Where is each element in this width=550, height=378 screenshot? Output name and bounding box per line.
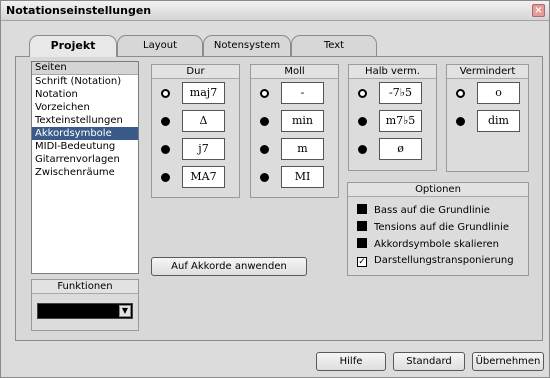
funktionen-group: Funktionen ▼ bbox=[31, 279, 139, 331]
option-akkordsymbole-skalieren[interactable]: Akkordsymbole skalieren bbox=[357, 238, 499, 252]
moll-option-row[interactable]: MI bbox=[251, 166, 338, 188]
vermindert-group: Vermindert o dim bbox=[446, 64, 529, 172]
chord-symbol-box[interactable]: m bbox=[281, 138, 324, 160]
dur-option-row[interactable]: j7 bbox=[152, 138, 239, 160]
checkbox-checked[interactable]: ✓ bbox=[357, 257, 367, 267]
optionen-header: Optionen bbox=[348, 183, 528, 197]
radio-button[interactable] bbox=[260, 117, 269, 126]
radio-button-selected[interactable] bbox=[358, 89, 367, 98]
close-button[interactable]: × bbox=[532, 4, 545, 17]
chord-symbol-box[interactable]: m7♭5 bbox=[379, 110, 422, 132]
radio-button[interactable] bbox=[358, 145, 367, 154]
moll-option-row[interactable]: m bbox=[251, 138, 338, 160]
help-button[interactable]: Hilfe bbox=[316, 352, 386, 371]
apply-settings-button[interactable]: Übernehmen bbox=[472, 352, 544, 371]
chord-symbol-box[interactable]: Δ bbox=[182, 110, 225, 132]
dur-option-row[interactable]: Δ bbox=[152, 110, 239, 132]
option-label: Darstellungstransponierung bbox=[374, 255, 514, 266]
chord-symbol-box[interactable]: - bbox=[281, 82, 324, 104]
halb-option-row[interactable]: -7♭5 bbox=[349, 82, 436, 104]
check-icon: ✓ bbox=[358, 257, 366, 267]
halb-option-row[interactable]: ø bbox=[349, 138, 436, 160]
seiten-item-midi-bedeutung[interactable]: MIDI-Bedeutung bbox=[32, 140, 138, 153]
notation-settings-dialog: Notationseinstellungen × Projekt Layout … bbox=[0, 0, 550, 378]
chord-symbol-box[interactable]: ø bbox=[379, 138, 422, 160]
moll-group: Moll - min m MI bbox=[250, 64, 339, 198]
radio-button[interactable] bbox=[161, 117, 170, 126]
chevron-down-icon[interactable]: ▼ bbox=[119, 305, 131, 317]
seiten-header: Seiten bbox=[32, 62, 138, 75]
title-bar[interactable]: Notationseinstellungen × bbox=[1, 1, 549, 21]
option-bass-grundlinie[interactable]: Bass auf die Grundlinie bbox=[357, 204, 490, 218]
chord-symbol-box[interactable]: maj7 bbox=[182, 82, 225, 104]
tab-panel-projekt: Seiten Schrift (Notation) Notation Vorze… bbox=[15, 56, 543, 341]
radio-button[interactable] bbox=[260, 173, 269, 182]
seiten-item-schrift[interactable]: Schrift (Notation) bbox=[32, 75, 138, 88]
optionen-group: Optionen Bass auf die Grundlinie Tension… bbox=[347, 182, 529, 276]
dur-option-row[interactable]: MA7 bbox=[152, 166, 239, 188]
checkbox[interactable] bbox=[357, 204, 367, 214]
halb-option-row[interactable]: m7♭5 bbox=[349, 110, 436, 132]
chord-symbol-box[interactable]: o bbox=[477, 82, 520, 104]
halb-vermindert-group: Halb verm. -7♭5 m7♭5 ø bbox=[348, 64, 437, 171]
chord-symbol-box[interactable]: -7♭5 bbox=[379, 82, 422, 104]
chord-symbol-box[interactable]: MI bbox=[281, 166, 324, 188]
chord-symbol-box[interactable]: min bbox=[281, 110, 324, 132]
chord-symbol-box[interactable]: dim bbox=[477, 110, 520, 132]
option-label: Akkordsymbole skalieren bbox=[374, 239, 499, 250]
close-icon: × bbox=[534, 5, 543, 16]
seiten-item-gitarrenvorlagen[interactable]: Gitarrenvorlagen bbox=[32, 153, 138, 166]
radio-button-selected[interactable] bbox=[456, 89, 465, 98]
seiten-item-akkordsymbole[interactable]: Akkordsymbole bbox=[32, 127, 138, 140]
option-label: Bass auf die Grundlinie bbox=[374, 205, 490, 216]
seiten-item-notation[interactable]: Notation bbox=[32, 88, 138, 101]
moll-option-row[interactable]: min bbox=[251, 110, 338, 132]
funktionen-header: Funktionen bbox=[32, 280, 138, 294]
radio-button-selected[interactable] bbox=[161, 89, 170, 98]
tab-layout[interactable]: Layout bbox=[117, 35, 203, 56]
seiten-list[interactable]: Seiten Schrift (Notation) Notation Vorze… bbox=[31, 61, 139, 274]
radio-button[interactable] bbox=[161, 173, 170, 182]
tab-projekt[interactable]: Projekt bbox=[29, 35, 117, 57]
apply-to-chords-button[interactable]: Auf Akkorde anwenden bbox=[151, 257, 307, 276]
dur-header: Dur bbox=[152, 65, 239, 79]
verm-option-row[interactable]: dim bbox=[447, 110, 528, 132]
radio-button[interactable] bbox=[456, 117, 465, 126]
option-darstellungstransponierung[interactable]: ✓ Darstellungstransponierung bbox=[357, 255, 514, 269]
dur-group: Dur maj7 Δ j7 MA7 bbox=[151, 64, 240, 198]
dur-option-row[interactable]: maj7 bbox=[152, 82, 239, 104]
radio-button-selected[interactable] bbox=[260, 89, 269, 98]
standard-button[interactable]: Standard bbox=[393, 352, 465, 371]
radio-button[interactable] bbox=[260, 145, 269, 154]
chord-symbol-box[interactable]: j7 bbox=[182, 138, 225, 160]
option-label: Tensions auf die Grundlinie bbox=[374, 222, 510, 233]
radio-button[interactable] bbox=[161, 145, 170, 154]
funktionen-dropdown[interactable]: ▼ bbox=[37, 303, 133, 319]
checkbox[interactable] bbox=[357, 221, 367, 231]
seiten-item-vorzeichen[interactable]: Vorzeichen bbox=[32, 101, 138, 114]
checkbox[interactable] bbox=[357, 238, 367, 248]
seiten-item-texteinstellungen[interactable]: Texteinstellungen bbox=[32, 114, 138, 127]
option-tensions-grundlinie[interactable]: Tensions auf die Grundlinie bbox=[357, 221, 509, 235]
radio-button[interactable] bbox=[358, 117, 367, 126]
tab-text[interactable]: Text bbox=[291, 35, 377, 56]
halb-vermindert-header: Halb verm. bbox=[349, 65, 436, 79]
vermindert-header: Vermindert bbox=[447, 65, 528, 79]
tab-notensystem[interactable]: Notensystem bbox=[203, 35, 291, 56]
moll-header: Moll bbox=[251, 65, 338, 79]
dialog-title: Notationseinstellungen bbox=[6, 4, 152, 17]
seiten-item-zwischenraeume[interactable]: Zwischenräume bbox=[32, 166, 138, 179]
chord-symbol-box[interactable]: MA7 bbox=[182, 166, 225, 188]
verm-option-row[interactable]: o bbox=[447, 82, 528, 104]
moll-option-row[interactable]: - bbox=[251, 82, 338, 104]
